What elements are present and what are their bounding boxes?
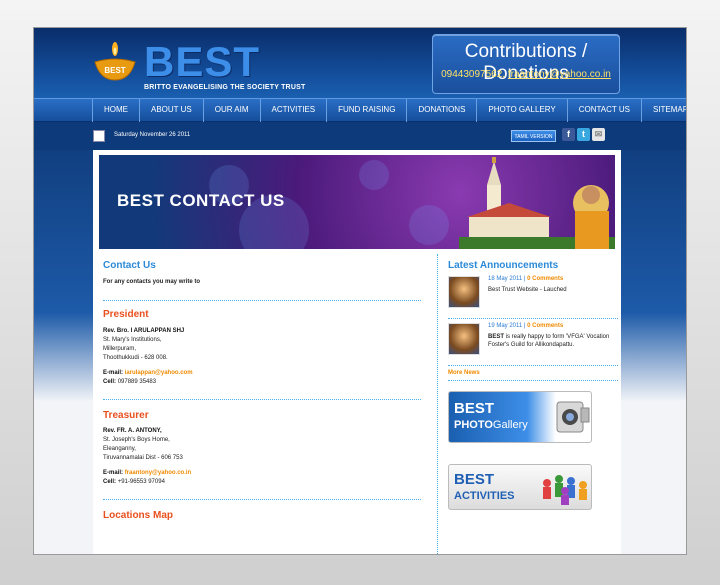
announcement-text-rest: is really happy to form 'VFGA' Vocation … <box>488 334 610 348</box>
president-cell: 097889 35483 <box>117 379 157 385</box>
president-email-label: E-mail: <box>103 370 124 376</box>
gallery-banner-line1: BEST <box>454 400 495 417</box>
background-right <box>621 150 686 554</box>
gallery-banner-gallery: Gallery <box>492 419 528 431</box>
announcement-text-bold: BEST <box>488 334 505 340</box>
announcement-date: 18 May 2011 <box>488 276 523 282</box>
site-tagline: BRITTO EVANGELISING THE SOCIETY TRUST <box>144 84 306 91</box>
announcements-list: 18 May 2011 | 0 Comments Best Trust Webs… <box>448 276 618 381</box>
announcement-meta: 19 May 2011 | 0 Comments <box>488 323 564 329</box>
treasurer-name: Rev. FR. A. ANTONY, <box>103 428 162 434</box>
email-icon[interactable]: ✉ <box>592 128 605 141</box>
president-line3: Thoothukkudi - 628 008. <box>103 355 168 361</box>
nav-about-us[interactable]: ABOUT US <box>139 99 203 123</box>
treasurer-heading: Treasurer <box>103 410 149 421</box>
camera-icon <box>556 401 590 433</box>
president-cell-label: Cell: <box>103 379 117 385</box>
announcement-item[interactable]: 18 May 2011 | 0 Comments Best Trust Webs… <box>448 276 618 314</box>
gallery-banner-photo: PHOTO <box>454 419 493 431</box>
photo-gallery-banner[interactable]: BEST PHOTOGallery <box>448 391 592 443</box>
donation-phone: 09443097562, <box>441 69 506 80</box>
column-divider <box>437 254 438 554</box>
divider <box>103 300 421 301</box>
president-heading: President <box>103 309 149 320</box>
nav-contact-us[interactable]: CONTACT US <box>566 99 641 123</box>
site-header: BEST BEST BRITTO EVANGELISING THE SOCIET… <box>34 28 686 98</box>
nav-home[interactable]: HOME <box>92 99 139 123</box>
current-date: Saturday November 26 2011 <box>114 132 191 138</box>
donation-box: Contributions / Donations 09443097562, f… <box>432 34 620 94</box>
nav-activities[interactable]: ACTIVITIES <box>259 99 327 123</box>
date-bar: Saturday November 26 2011 TAMIL VERSION … <box>34 122 686 150</box>
more-news-link[interactable]: More News <box>448 370 618 376</box>
page-banner: BEST CONTACT US <box>99 155 615 249</box>
treasurer-cell: +91-96553 97094 <box>117 479 165 485</box>
locations-map-heading: Locations Map <box>103 510 174 521</box>
donation-email-link[interactable]: fraantony@yahoo.co.in <box>508 69 611 80</box>
president-name: Rev. Bro. I ARULAPPAN SHJ <box>103 328 185 334</box>
announcement-comments[interactable]: 0 Comments <box>527 323 563 329</box>
nav-fund-raising[interactable]: FUND RAISING <box>326 99 406 123</box>
divider <box>103 499 421 500</box>
nav-photo-gallery[interactable]: PHOTO GALLERY <box>476 99 566 123</box>
treasurer-email-link[interactable]: fraantony@yahoo.co.in <box>125 470 192 476</box>
announcement-date: 19 May 2011 <box>488 323 523 329</box>
announcement-comments[interactable]: 0 Comments <box>527 276 563 282</box>
banner-bubble <box>409 205 449 245</box>
divider <box>448 380 618 381</box>
banner-bubble <box>359 160 389 190</box>
announcement-thumbnail <box>448 323 480 355</box>
treasurer-email-label: E-mail: <box>103 470 124 476</box>
donation-contact: 09443097562, fraantony@yahoo.co.in <box>433 69 619 80</box>
announcement-text: BEST is really happy to form 'VFGA' Voca… <box>488 333 616 349</box>
activities-banner[interactable]: BEST ACTIVITIES <box>448 464 592 510</box>
treasurer-line2: Eleanganny, <box>103 446 136 452</box>
announcement-thumbnail <box>448 276 480 308</box>
nav-sitemap[interactable]: SITEMAP <box>640 99 686 123</box>
main-nav: HOME ABOUT US OUR AIM ACTIVITIES FUND RA… <box>34 98 686 123</box>
announcement-meta: 18 May 2011 | 0 Comments <box>488 276 564 282</box>
announcement-item[interactable]: 19 May 2011 | 0 Comments BEST is really … <box>448 323 618 361</box>
treasurer-line1: St. Joseph's Boys Home, <box>103 437 170 443</box>
tamil-version-button[interactable]: TAMIL VERSION <box>511 130 556 142</box>
facebook-icon[interactable]: f <box>562 128 575 141</box>
background-left <box>34 150 93 554</box>
announcements-title: Latest Announcements <box>448 260 559 271</box>
nav-donations[interactable]: DONATIONS <box>406 99 476 123</box>
divider <box>448 318 618 319</box>
treasurer-line3: Tiruvannamalai Dist - 606 753 <box>103 455 183 461</box>
content-panel: BEST CONTACT US Contact Us For any conta… <box>93 150 621 554</box>
oil-lamp-icon: BEST <box>94 42 136 81</box>
president-address: Rev. Bro. I ARULAPPAN SHJ St. Mary's Ins… <box>103 327 421 387</box>
treasurer-address: Rev. FR. A. ANTONY, St. Joseph's Boys Ho… <box>103 427 421 487</box>
contact-section: Contact Us For any contacts you may writ… <box>103 260 421 521</box>
lamp-text: BEST <box>104 66 125 75</box>
divider <box>103 399 421 400</box>
gallery-banner-line2: PHOTOGallery <box>454 419 528 431</box>
calendar-icon <box>93 130 105 142</box>
banner-title: BEST CONTACT US <box>117 191 285 210</box>
president-email-link[interactable]: iarulappan@yahoo.com <box>125 370 193 376</box>
church-illustration <box>459 157 615 249</box>
president-line1: St. Mary's Institutions, <box>103 337 162 343</box>
nav-our-aim[interactable]: OUR AIM <box>202 99 260 123</box>
browser-frame: BEST BEST BRITTO EVANGELISING THE SOCIET… <box>33 27 687 555</box>
contact-title: Contact Us <box>103 260 156 271</box>
treasurer-cell-label: Cell: <box>103 479 117 485</box>
president-line2: Millerpuram, <box>103 346 137 352</box>
twitter-icon[interactable]: t <box>577 128 590 141</box>
contact-intro: For any contacts you may write to <box>103 279 201 285</box>
announcement-text: Best Trust Website - Lauched <box>488 287 567 293</box>
divider <box>448 365 618 366</box>
site-logo[interactable]: BEST <box>144 41 260 83</box>
people-group-icon <box>543 475 587 505</box>
activities-banner-line2: ACTIVITIES <box>454 490 515 502</box>
activities-banner-line1: BEST <box>454 471 495 488</box>
sidebar: Latest Announcements 18 May 2011 | 0 Com… <box>448 260 618 510</box>
